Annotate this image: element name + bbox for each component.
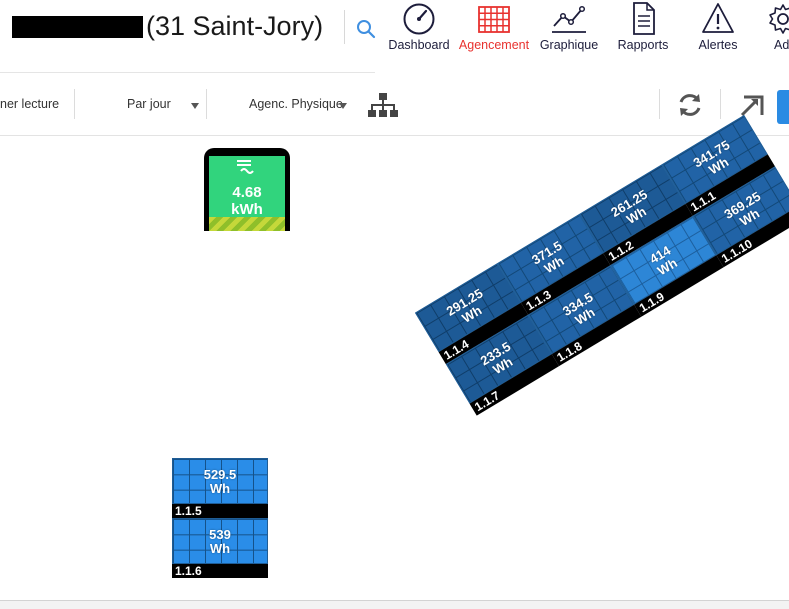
period-select-value: Par jour — [127, 97, 171, 111]
panel-value: 539 — [209, 527, 231, 542]
search-icon — [357, 20, 376, 39]
panel-unit: Wh — [209, 541, 231, 556]
nav-agencement-label: Agencement — [458, 38, 530, 52]
sitemap-icon — [368, 93, 398, 117]
solar-panel-1-1-6[interactable]: 539 Wh 1.1.6 — [172, 518, 268, 578]
redacted-site-name — [12, 16, 143, 38]
energy-meter[interactable]: 4.68 kWh — [204, 148, 290, 231]
meter-value: 4.68 — [232, 184, 262, 201]
search-button[interactable] — [354, 17, 378, 41]
meter-wave-icon — [237, 160, 254, 174]
layout-select[interactable]: Agenc. Physique — [216, 89, 352, 119]
footer-bar — [0, 601, 789, 609]
toolbar: ner lecture Par jour Agenc. Physique — [0, 73, 789, 136]
refresh-icon — [679, 94, 701, 116]
warning-icon — [702, 3, 734, 33]
nav-dashboard-label: Dashboard — [388, 38, 450, 52]
nav-agencement[interactable]: Agencement — [458, 0, 530, 60]
hierarchy-view-button[interactable] — [368, 93, 398, 119]
nav-graphique[interactable]: Graphique — [536, 0, 602, 60]
toolbar-divider — [720, 89, 721, 119]
panel-unit: Wh — [209, 481, 231, 496]
refresh-button[interactable] — [676, 91, 704, 119]
nav-rapports[interactable]: Rapports — [610, 0, 676, 60]
last-reading-label[interactable]: ner lecture — [0, 97, 59, 111]
side-panel-toggle[interactable] — [777, 90, 789, 124]
dashboard-gauge-icon — [403, 3, 435, 35]
period-select[interactable]: Par jour — [84, 89, 202, 119]
line-chart-icon — [552, 5, 586, 33]
nav-rapports-label: Rapports — [617, 38, 669, 52]
grid-icon — [478, 6, 510, 33]
layout-select-value: Agenc. Physique — [249, 97, 343, 111]
meter-unit: kWh — [231, 201, 263, 218]
toolbar-divider — [206, 89, 207, 119]
site-title: (31 Saint-Jory) — [146, 11, 324, 41]
meter-screen: 4.68 kWh — [209, 156, 285, 231]
nav-admin[interactable]: Ad — [760, 0, 789, 60]
nav-dashboard[interactable]: Dashboard — [386, 0, 452, 60]
solar-panel-1-1-5[interactable]: 529.5 Wh 1.1.5 — [172, 458, 268, 518]
meter-battery-hatch — [209, 217, 285, 231]
title-divider — [344, 10, 345, 44]
nav-alertes-label: Alertes — [698, 38, 738, 52]
app-header: (31 Saint-Jory) Dashboard Agencement Gra… — [0, 0, 789, 72]
nav-graphique-label: Graphique — [539, 38, 599, 52]
panel-value: 529.5 — [203, 467, 237, 482]
chevron-down-icon — [191, 103, 199, 109]
gear-icon — [769, 4, 789, 34]
panel-id: 1.1.5 — [172, 504, 268, 518]
panel-id: 1.1.6 — [172, 564, 268, 578]
nav-alertes[interactable]: Alertes — [685, 0, 751, 60]
toolbar-divider — [659, 89, 660, 119]
nav-admin-label: Ad — [774, 38, 789, 52]
document-icon — [633, 2, 655, 35]
chevron-down-icon — [339, 103, 347, 109]
toolbar-divider — [74, 89, 75, 119]
